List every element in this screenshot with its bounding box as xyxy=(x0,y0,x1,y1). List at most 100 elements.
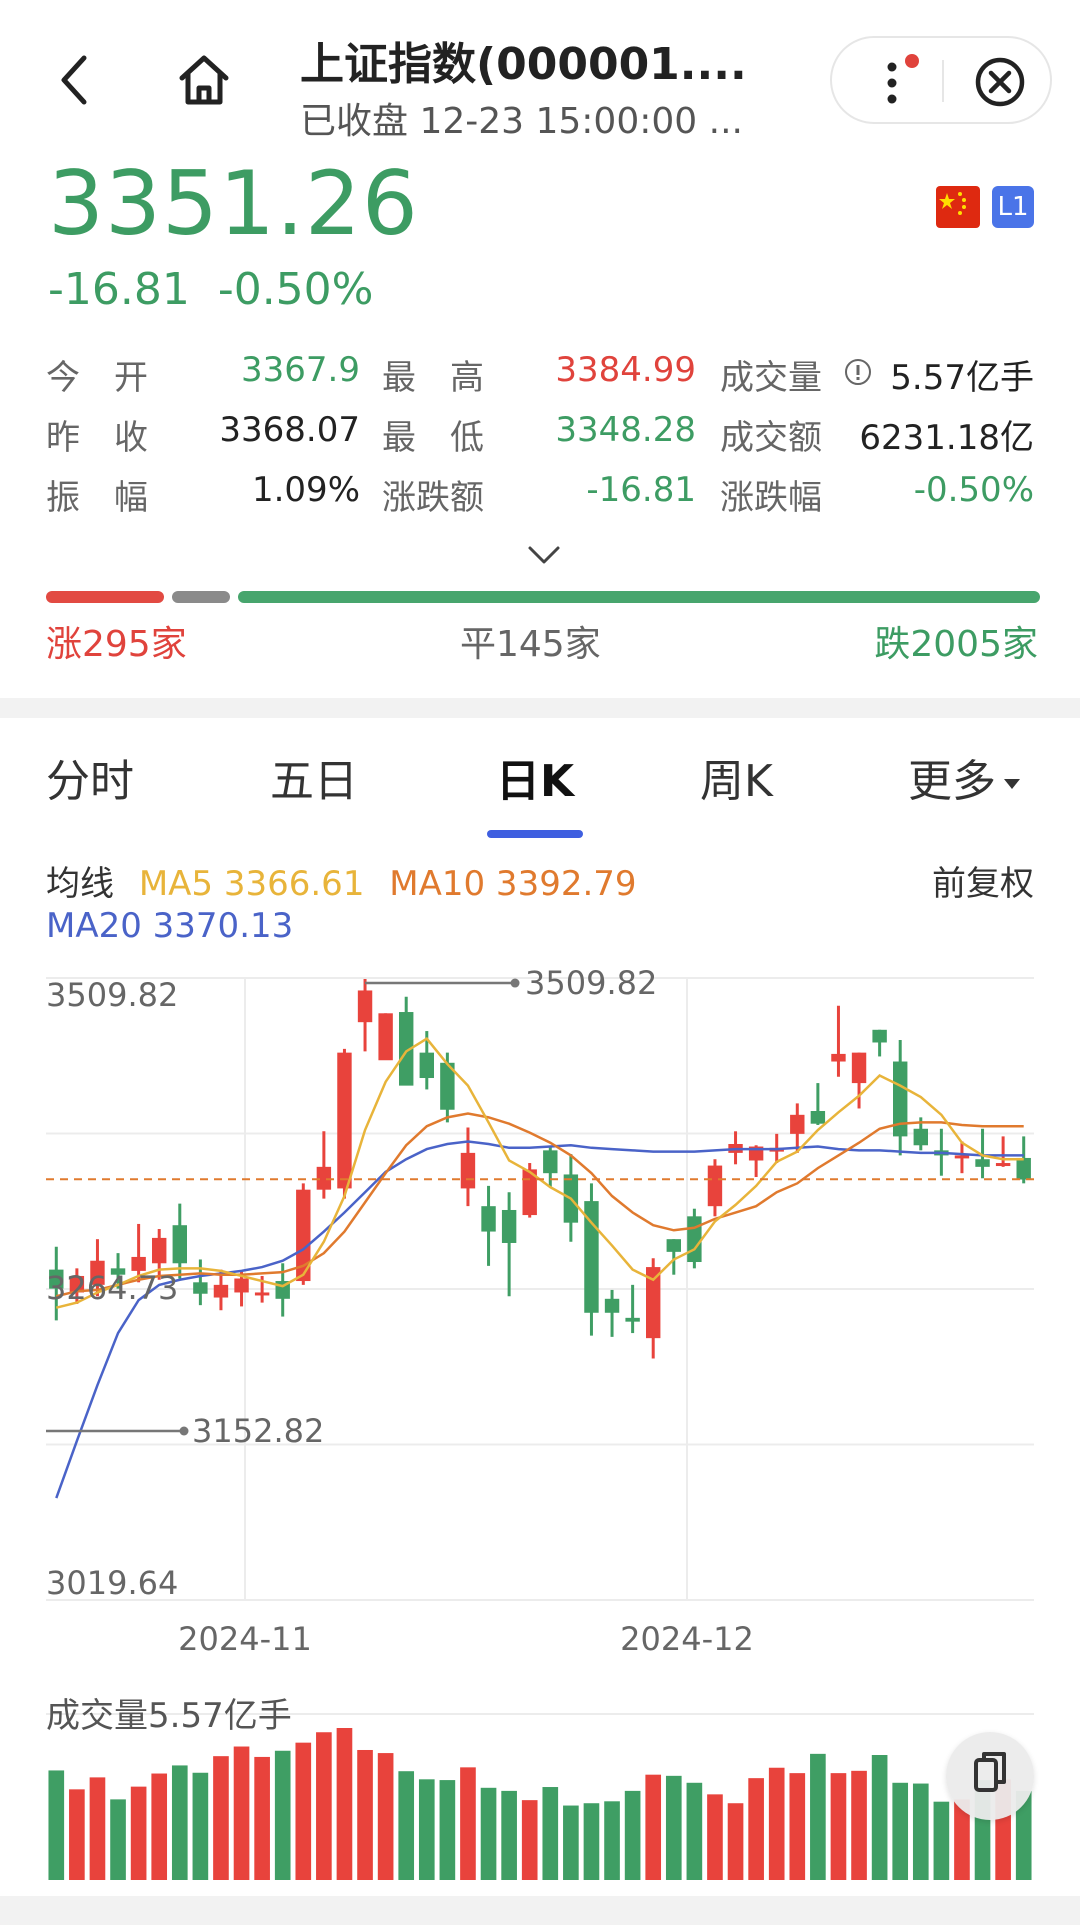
ma5-value: MA5 3366.61 xyxy=(138,864,365,904)
current-price: 3351.26 xyxy=(48,152,419,255)
candle-body xyxy=(152,1237,167,1264)
down-count: 跌2005家 xyxy=(874,624,1038,665)
candle-body xyxy=(1016,1157,1031,1180)
volume-bar xyxy=(624,1790,641,1880)
tab-1[interactable]: 分时 xyxy=(46,745,134,809)
candle-body xyxy=(604,1298,620,1313)
volume-chart[interactable] xyxy=(0,1692,1080,1882)
candle-body xyxy=(913,1128,928,1146)
ma-legend: 均线 MA5 3366.61 MA10 3392.79 xyxy=(46,856,637,905)
candle-body xyxy=(625,1317,640,1322)
back-button[interactable] xyxy=(50,50,100,110)
volume-bar xyxy=(727,1803,744,1880)
candle xyxy=(460,1127,476,1207)
high-marker-label: 3509.82 xyxy=(525,964,657,1002)
candle xyxy=(872,1029,887,1057)
home-icon xyxy=(179,55,229,105)
candles xyxy=(49,979,1031,1359)
change-percent: -0.50% xyxy=(217,264,374,315)
up-count: 涨295家 xyxy=(46,624,187,665)
volume-bar xyxy=(830,1773,847,1880)
adjust-button[interactable]: 前复权 xyxy=(932,856,1034,905)
volume-bar xyxy=(480,1787,497,1880)
chevron-left-icon xyxy=(61,55,87,105)
candle-body xyxy=(975,1159,990,1167)
candle-body xyxy=(337,1052,352,1189)
candle-body xyxy=(254,1292,270,1296)
home-button[interactable] xyxy=(174,50,234,110)
volume-bar xyxy=(48,1770,65,1880)
stat-value: -16.81 xyxy=(586,470,696,510)
volume-bar xyxy=(418,1779,435,1880)
candle-body xyxy=(810,1111,826,1124)
stat-label: 昨 收 xyxy=(46,418,148,458)
candle xyxy=(831,1005,846,1077)
candle-body xyxy=(501,1209,517,1243)
tab-4[interactable]: 周K xyxy=(700,745,773,809)
change-amount: -16.81 xyxy=(48,264,190,315)
candle-body xyxy=(172,1225,187,1264)
candle-body xyxy=(851,1052,867,1084)
volume-bar xyxy=(789,1773,806,1880)
volume-bar xyxy=(851,1770,867,1880)
volume-bar xyxy=(460,1767,476,1880)
candle xyxy=(399,996,414,1086)
volume-bar xyxy=(192,1772,209,1880)
stat-label: 涨跌幅 xyxy=(720,478,822,518)
volume-bar xyxy=(542,1787,559,1880)
stat-value: 3367.9 xyxy=(241,350,360,390)
candle xyxy=(378,1013,393,1061)
ma-label: 均线 xyxy=(46,864,114,904)
expand-button[interactable] xyxy=(526,540,562,570)
candle-body xyxy=(995,1163,1011,1167)
volume-bar xyxy=(871,1755,888,1880)
volume-bar xyxy=(69,1789,85,1880)
copy-float-icon xyxy=(974,1752,1006,1792)
section-divider xyxy=(0,698,1080,718)
candle xyxy=(501,1192,517,1297)
volume-bar xyxy=(501,1790,517,1880)
low-marker-dot xyxy=(179,1426,189,1436)
chevron-down-icon xyxy=(528,546,560,564)
candle-body xyxy=(831,1053,846,1062)
breadth-up-segment xyxy=(46,591,164,603)
y-tick-label: 3509.82 xyxy=(46,976,178,1014)
volume-bar xyxy=(707,1794,723,1880)
bottom-bar xyxy=(0,1896,1080,1925)
volume-bar xyxy=(171,1765,188,1880)
volume-bar xyxy=(439,1780,456,1880)
stat-value: 5.57亿手 xyxy=(890,358,1034,398)
stats-grid: 今 开 3367.9 最 高 3384.99 成交量 5.57亿手昨 收 3368.07 最 … xyxy=(46,350,1036,530)
stat-label: 最 低 xyxy=(382,418,484,458)
volume-bar xyxy=(316,1732,332,1880)
volume-bar xyxy=(583,1803,600,1880)
candle-body xyxy=(193,1282,208,1294)
tab-5[interactable]: 更多 xyxy=(908,745,1020,809)
stat-value: 6231.18亿 xyxy=(859,418,1034,458)
capsule-divider xyxy=(942,60,944,102)
volume-bar xyxy=(336,1728,353,1880)
stat-label: 振 幅 xyxy=(46,478,148,518)
info-icon[interactable] xyxy=(844,358,872,386)
page-title: 上证指数(000001.... xyxy=(300,39,747,90)
candle xyxy=(481,1185,496,1266)
volume-bar xyxy=(295,1742,312,1880)
stat-value: 3384.99 xyxy=(555,350,696,390)
volume-bar xyxy=(398,1771,415,1880)
tab-3[interactable]: 日K xyxy=(496,745,574,809)
stat-label: 涨跌额 xyxy=(382,478,484,518)
volume-bar xyxy=(130,1786,147,1880)
tab-2[interactable]: 五日 xyxy=(270,745,358,809)
breadth-flat-segment xyxy=(172,591,230,603)
volume-bar xyxy=(645,1774,662,1880)
x-tick-label: 2024-11 xyxy=(178,1620,312,1658)
close-button[interactable] xyxy=(972,54,1028,110)
candle xyxy=(357,979,373,1052)
price-change: -16.81 -0.50% xyxy=(48,264,373,315)
volume-bar xyxy=(377,1753,394,1880)
volume-bar xyxy=(563,1805,579,1880)
volume-bar xyxy=(89,1777,106,1880)
candle-body xyxy=(357,990,373,1023)
copy-float-button[interactable] xyxy=(946,1732,1034,1820)
candle-body xyxy=(666,1239,681,1252)
